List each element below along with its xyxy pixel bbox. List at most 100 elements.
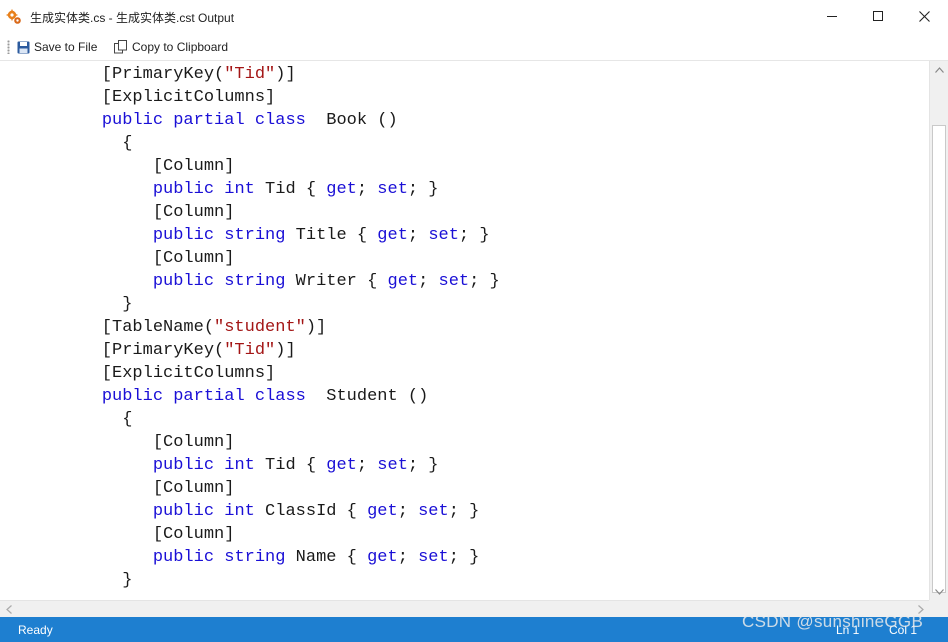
arrow-up-icon xyxy=(934,66,944,73)
scroll-down-button[interactable] xyxy=(930,583,948,600)
code-text: [PrimaryKey( xyxy=(61,65,225,84)
code-keyword: set xyxy=(428,226,459,245)
code-text: ; xyxy=(397,502,419,521)
arrow-down-icon xyxy=(934,588,944,595)
code-keyword: class xyxy=(254,111,306,130)
code-line: [PrimaryKey("Tid")] xyxy=(61,339,500,362)
code-text: [Column] xyxy=(61,525,235,544)
code-line: public string Writer { get; set; } xyxy=(61,270,500,293)
code-line: { xyxy=(61,132,500,155)
code-line: public partial class Book () xyxy=(61,109,500,132)
code-text: Student () xyxy=(305,387,429,406)
code-text: ; } xyxy=(407,180,439,199)
close-button[interactable] xyxy=(901,0,947,32)
code-keyword: public xyxy=(101,387,164,406)
code-line: } xyxy=(61,569,500,592)
code-line: public string Title { get; set; } xyxy=(61,224,500,247)
code-line: public partial class Student () xyxy=(61,385,500,408)
maximize-button[interactable] xyxy=(855,0,901,32)
toolbar: Save to File Copy to Clipboard xyxy=(0,33,948,61)
code-text: )] xyxy=(305,318,327,337)
code-line: [Column] xyxy=(61,431,500,454)
status-text: Ready xyxy=(18,623,53,637)
code-line: { xyxy=(61,408,500,431)
code-text: ; xyxy=(356,180,378,199)
vertical-scroll-thumb[interactable] xyxy=(932,125,946,593)
code-string: "Tid" xyxy=(224,65,276,84)
code-keyword: partial xyxy=(173,111,245,130)
code-text: ; xyxy=(418,272,439,291)
code-line: [Column] xyxy=(61,201,500,224)
code-keyword: string xyxy=(224,226,286,245)
code-keyword: string xyxy=(224,548,286,567)
code-keyword: public xyxy=(152,456,215,475)
save-to-file-button[interactable]: Save to File xyxy=(17,38,97,56)
minimize-button[interactable] xyxy=(809,0,855,32)
code-text: [Column] xyxy=(61,249,235,268)
code-text: [Column] xyxy=(61,203,235,222)
toolbar-grip[interactable] xyxy=(7,40,10,54)
code-line: } xyxy=(61,293,500,316)
close-icon xyxy=(918,10,930,22)
maximize-icon xyxy=(873,11,883,21)
code-text: Tid { xyxy=(254,456,327,475)
save-to-file-label: Save to File xyxy=(34,40,98,54)
code-line: [Column] xyxy=(61,155,500,178)
code-keyword: set xyxy=(418,502,449,521)
code-output-area[interactable]: [PrimaryKey("Tid")] [ExplicitColumns] pu… xyxy=(0,61,929,600)
code-keyword: public xyxy=(152,502,215,521)
code-text: ; } xyxy=(469,272,500,291)
code-text: [Column] xyxy=(61,479,235,498)
code-keyword: set xyxy=(438,272,470,291)
code-line: [Column] xyxy=(61,523,500,546)
scroll-left-button[interactable] xyxy=(0,601,17,618)
code-line: public int Tid { get; set; } xyxy=(61,178,500,201)
gear-cluster-icon xyxy=(6,9,22,25)
code-text: ; xyxy=(407,226,429,245)
code-keyword: public xyxy=(152,272,215,291)
scroll-up-button[interactable] xyxy=(930,61,948,78)
code-keyword: class xyxy=(254,387,306,406)
code-text: ; } xyxy=(448,548,480,567)
copy-to-clipboard-button[interactable]: Copy to Clipboard xyxy=(114,38,228,56)
code-keyword: int xyxy=(224,456,255,475)
code-text: Book () xyxy=(305,111,398,130)
code-keyword: get xyxy=(367,548,398,567)
code-text: Tid { xyxy=(254,180,327,199)
code-keyword: partial xyxy=(173,387,245,406)
code-keyword: public xyxy=(101,111,164,130)
copy-to-clipboard-label: Copy to Clipboard xyxy=(132,40,229,54)
code-text: } xyxy=(61,295,133,314)
vertical-scrollbar[interactable] xyxy=(929,61,948,600)
code-keyword: get xyxy=(326,180,357,199)
code-text: )] xyxy=(275,341,296,360)
code-keyword: set xyxy=(377,180,408,199)
title-bar[interactable]: 生成实体类.cs - 生成实体类.cst Output xyxy=(0,0,948,33)
code-line: public int ClassId { get; set; } xyxy=(61,500,500,523)
code-text: ; xyxy=(397,548,419,567)
code-text: } xyxy=(61,571,133,590)
code-text: [Column] xyxy=(61,433,235,452)
code-line: [TableName("student")] xyxy=(61,316,500,339)
code-text: ; xyxy=(356,456,378,475)
code-text: [ExplicitColumns] xyxy=(61,364,276,383)
code-line: [PrimaryKey("Tid")] xyxy=(61,63,500,86)
code-text: Title { xyxy=(285,226,378,245)
code-line: public int Tid { get; set; } xyxy=(61,454,500,477)
code-text: Name { xyxy=(285,548,368,567)
code-keyword: public xyxy=(152,226,215,245)
code-text: { xyxy=(61,134,133,153)
